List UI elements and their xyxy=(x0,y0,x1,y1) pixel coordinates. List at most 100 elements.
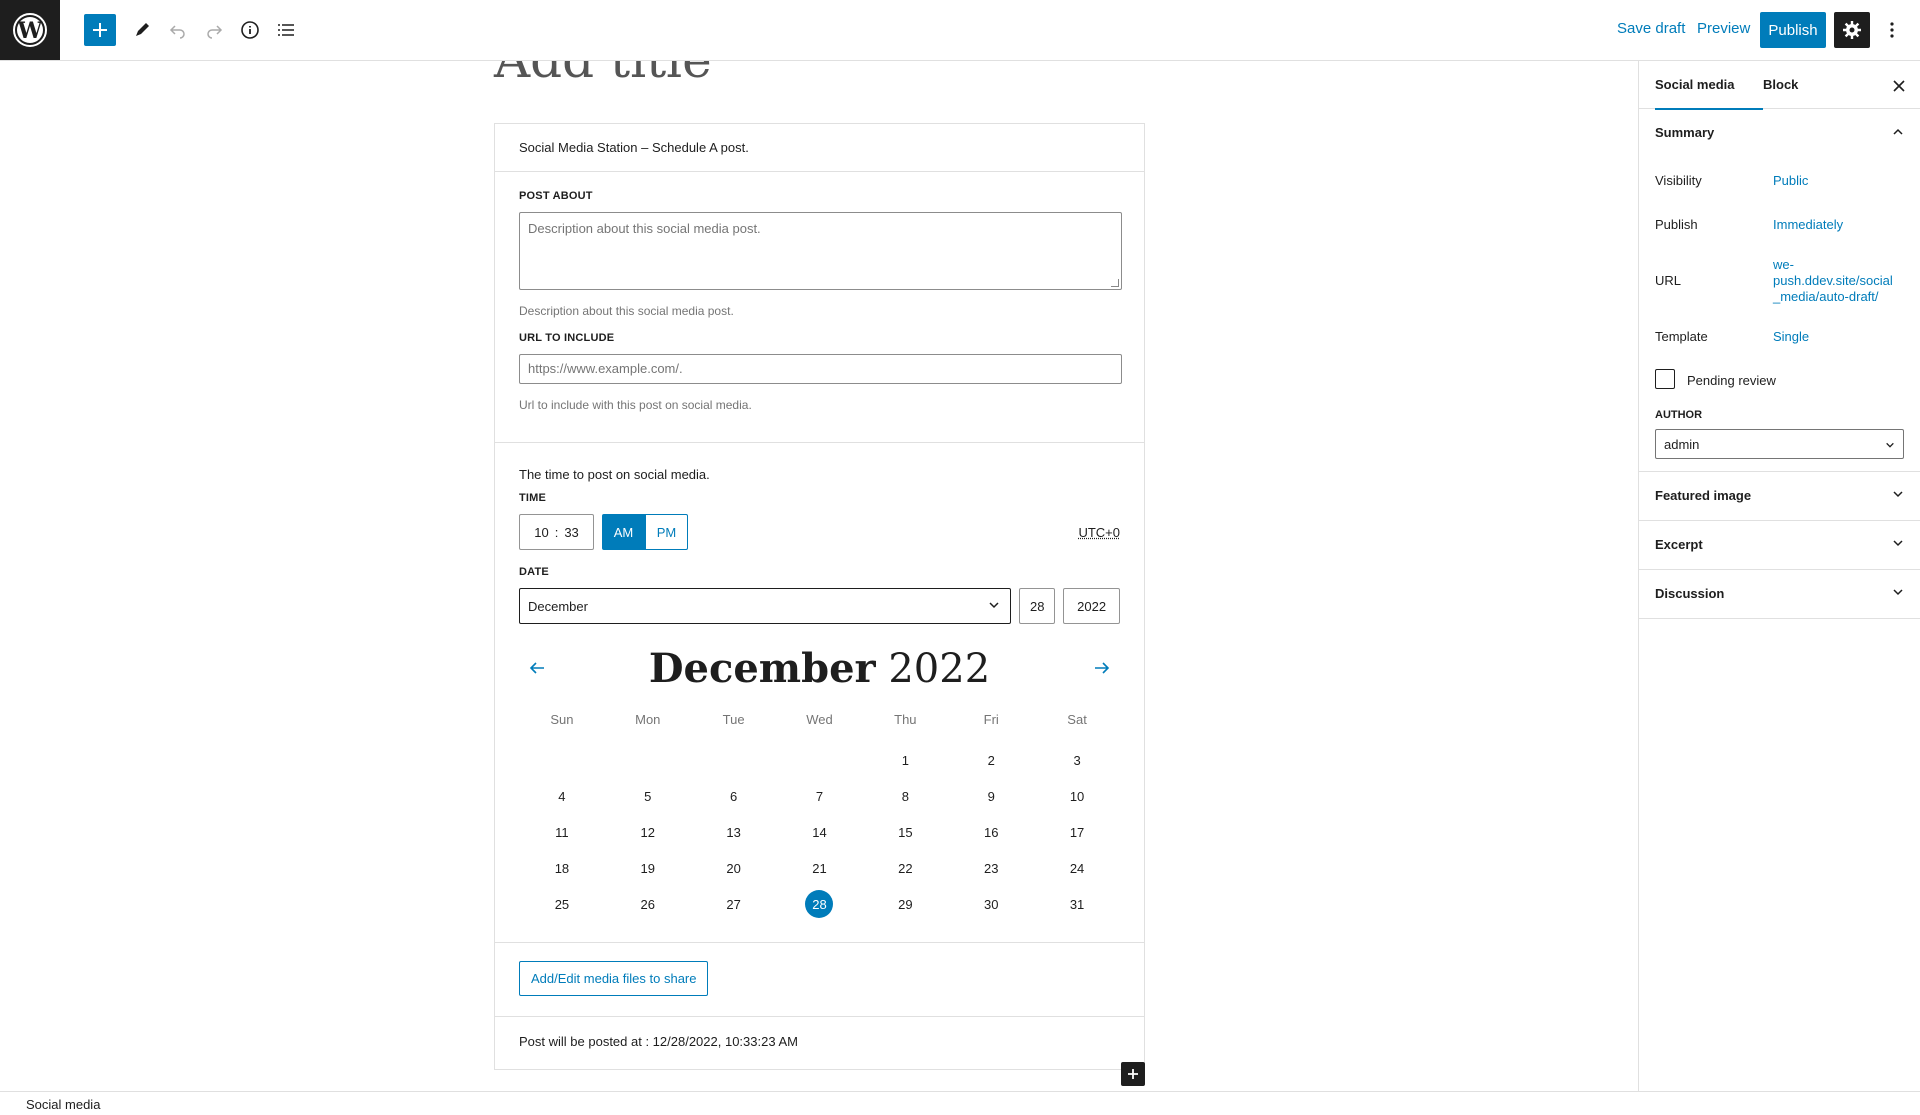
post-title-input[interactable]: Add title xyxy=(494,61,712,89)
year-input[interactable]: 2022 xyxy=(1063,588,1120,624)
am-button[interactable]: AM xyxy=(602,514,645,550)
calendar-day[interactable]: 5 xyxy=(605,778,691,814)
calendar-day[interactable]: 7 xyxy=(777,778,863,814)
url-line-2: push.ddev.site/social xyxy=(1773,273,1893,288)
post-about-textarea[interactable]: Description about this social media post… xyxy=(519,212,1122,290)
calendar-day-selected[interactable]: 28 xyxy=(777,886,863,922)
save-draft-button[interactable]: Save draft xyxy=(1617,20,1685,37)
calendar-day-number: 19 xyxy=(640,860,655,876)
calendar-day[interactable]: 23 xyxy=(948,850,1034,886)
info-icon[interactable] xyxy=(234,14,266,46)
day-input[interactable]: 28 xyxy=(1019,588,1056,624)
time-input[interactable]: 10 : 33 xyxy=(519,514,594,550)
featured-image-panel[interactable]: Featured image xyxy=(1639,472,1920,521)
next-month-arrow-icon[interactable] xyxy=(1084,650,1120,686)
settings-gear-icon[interactable] xyxy=(1834,12,1870,48)
calendar-day-number: 30 xyxy=(983,896,999,912)
edit-pencil-icon[interactable] xyxy=(126,14,158,46)
url-input[interactable]: https://www.example.com/. xyxy=(519,354,1122,384)
month-select[interactable]: December xyxy=(519,588,1012,624)
calendar-day[interactable]: 30 xyxy=(948,886,1034,922)
undo-icon[interactable] xyxy=(162,14,194,46)
calendar-day[interactable]: 11 xyxy=(519,814,605,850)
calendar-day[interactable]: 12 xyxy=(605,814,691,850)
top-toolbar: W Save draft Preview Publish xyxy=(0,0,1920,61)
calendar-day[interactable]: 2 xyxy=(948,742,1034,778)
close-icon[interactable] xyxy=(1888,75,1910,97)
publish-value[interactable]: Immediately xyxy=(1773,217,1843,233)
calendar-day[interactable]: 15 xyxy=(862,814,948,850)
visibility-value[interactable]: Public xyxy=(1773,173,1808,189)
calendar-day[interactable]: 24 xyxy=(1034,850,1120,886)
discussion-panel[interactable]: Discussion xyxy=(1639,570,1920,619)
calendar-day-number: 18 xyxy=(554,860,570,876)
calendar-day-number: 1 xyxy=(901,752,909,768)
excerpt-panel[interactable]: Excerpt xyxy=(1639,521,1920,570)
calendar-day[interactable]: 22 xyxy=(862,850,948,886)
calendar-day[interactable]: 29 xyxy=(862,886,948,922)
time-row: 10 : 33 AM PM UTC+0 xyxy=(519,514,1120,550)
wordpress-logo-icon[interactable]: W xyxy=(0,0,60,60)
calendar-day[interactable]: 3 xyxy=(1034,742,1120,778)
more-options-icon[interactable] xyxy=(1878,14,1906,46)
calendar-day[interactable]: 20 xyxy=(691,850,777,886)
calendar-day[interactable]: 6 xyxy=(691,778,777,814)
add-block-plus-icon[interactable] xyxy=(1121,1062,1145,1086)
chevron-down-icon xyxy=(1885,438,1895,453)
publish-button[interactable]: Publish xyxy=(1760,12,1826,48)
calendar-day-number: 22 xyxy=(898,860,913,876)
add-edit-media-button[interactable]: Add/Edit media files to share xyxy=(519,961,709,996)
chevron-up-icon[interactable] xyxy=(1892,125,1904,143)
calendar-day[interactable]: 9 xyxy=(948,778,1034,814)
calendar-day-number: 9 xyxy=(987,788,995,804)
calendar-day-number: 29 xyxy=(898,896,913,912)
redo-icon[interactable] xyxy=(198,14,230,46)
calendar-grid: Sun Mon Tue Wed Thu Fri Sat 1 2 3 4 5 6 7 8 9 10 11 12 13 14… xyxy=(519,712,1120,922)
svg-text:W: W xyxy=(17,18,43,44)
calendar-day[interactable]: 31 xyxy=(1034,886,1120,922)
calendar-day[interactable]: 18 xyxy=(519,850,605,886)
calendar-day[interactable]: 16 xyxy=(948,814,1034,850)
calendar-day[interactable]: 8 xyxy=(862,778,948,814)
tab-social-media[interactable]: Social media xyxy=(1655,77,1763,110)
url-value[interactable]: we- push.ddev.site/social _media/auto-dr… xyxy=(1773,257,1893,305)
calendar-blank xyxy=(777,742,863,778)
calendar-day[interactable]: 1 xyxy=(862,742,948,778)
author-select[interactable]: admin xyxy=(1655,429,1904,459)
tab-block[interactable]: Block xyxy=(1763,77,1798,92)
previous-month-arrow-icon[interactable] xyxy=(519,650,555,686)
list-view-icon[interactable] xyxy=(270,14,302,46)
hour-field[interactable]: 10 xyxy=(534,525,548,540)
template-value[interactable]: Single xyxy=(1773,329,1809,345)
settings-sidebar: Social media Block Summary Visibility Pu… xyxy=(1638,61,1920,1091)
block-heading: Social Media Station – Schedule A post. xyxy=(495,124,1144,172)
pm-button[interactable]: PM xyxy=(645,514,688,550)
calendar-day[interactable]: 19 xyxy=(605,850,691,886)
calendar-day-number: 14 xyxy=(812,824,827,840)
breadcrumb-item[interactable]: Social media xyxy=(26,1097,100,1112)
calendar-day[interactable]: 26 xyxy=(605,886,691,922)
calendar-day-number: 27 xyxy=(726,896,741,912)
pending-review-checkbox[interactable] xyxy=(1655,369,1675,389)
calendar-day[interactable]: 13 xyxy=(691,814,777,850)
calendar-day[interactable]: 21 xyxy=(777,850,863,886)
calendar-day[interactable]: 27 xyxy=(691,886,777,922)
calendar-day[interactable]: 4 xyxy=(519,778,605,814)
calendar-day[interactable]: 14 xyxy=(777,814,863,850)
publish-label: Publish xyxy=(1655,217,1698,232)
summary-panel: Summary Visibility Public Publish Immedi… xyxy=(1639,109,1920,472)
calendar-day-number: 28 xyxy=(805,890,834,918)
calendar-day[interactable]: 10 xyxy=(1034,778,1120,814)
timezone-label[interactable]: UTC+0 xyxy=(1078,525,1120,540)
summary-heading[interactable]: Summary xyxy=(1655,125,1714,140)
preview-button[interactable]: Preview xyxy=(1697,20,1750,37)
calendar-day[interactable]: 17 xyxy=(1034,814,1120,850)
url-row-label: URL xyxy=(1655,273,1682,288)
resize-handle[interactable] xyxy=(1111,279,1119,287)
add-block-button[interactable] xyxy=(84,14,116,46)
calendar-day[interactable]: 25 xyxy=(519,886,605,922)
chevron-down-icon xyxy=(1892,488,1904,503)
calendar-day-number: 12 xyxy=(640,824,655,840)
minute-field[interactable]: 33 xyxy=(564,525,578,540)
calendar-blank xyxy=(519,742,605,778)
